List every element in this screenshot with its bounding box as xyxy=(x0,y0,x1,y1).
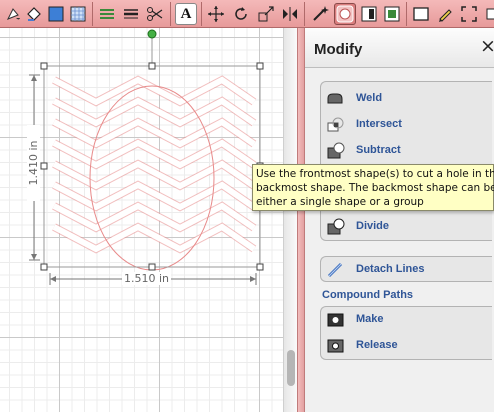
pencil-icon[interactable] xyxy=(434,3,456,25)
shape-mode-icon[interactable] xyxy=(334,3,356,25)
make-button[interactable]: Make xyxy=(321,307,493,333)
toolbar-separator xyxy=(304,2,305,26)
weld-button[interactable]: Weld xyxy=(321,86,493,112)
weld-label: Weld xyxy=(356,92,383,104)
compound-paths-heading: Compound Paths xyxy=(322,289,414,301)
compound-paths-group: Make Release xyxy=(320,306,492,360)
make-compound-icon xyxy=(327,313,344,327)
more-icon[interactable] xyxy=(481,3,494,25)
subtract-tooltip: Use the frontmost shape(s) to cut a hole… xyxy=(252,164,494,211)
align-icon[interactable] xyxy=(358,3,380,25)
pattern-fill-icon[interactable] xyxy=(67,3,89,25)
selected-shape-group[interactable] xyxy=(0,28,297,412)
layers-icon[interactable] xyxy=(381,3,403,25)
fill-bucket-icon[interactable] xyxy=(23,3,45,25)
intersect-icon xyxy=(327,117,344,132)
width-dimension-label: 1.510 in xyxy=(122,272,172,285)
panel-header: Modify × xyxy=(305,28,494,68)
fill-tool-icon[interactable] xyxy=(2,3,24,25)
detach-group: Detach Lines xyxy=(320,256,492,282)
toolbar-separator xyxy=(92,2,93,26)
resize-handle[interactable] xyxy=(148,263,156,271)
text-tool-icon[interactable]: A xyxy=(175,3,197,25)
resize-icon[interactable] xyxy=(255,3,277,25)
divide-label: Divide xyxy=(356,220,390,232)
resize-handle[interactable] xyxy=(256,62,264,70)
release-compound-icon xyxy=(327,339,344,353)
move-icon[interactable] xyxy=(205,3,227,25)
intersect-button[interactable]: Intersect xyxy=(321,112,493,138)
line-style-icon[interactable] xyxy=(96,3,118,25)
divide-button[interactable]: Divide xyxy=(321,214,493,240)
detach-lines-icon xyxy=(327,262,343,278)
rotate-icon[interactable] xyxy=(230,3,252,25)
resize-handle[interactable] xyxy=(148,62,156,70)
resize-handle[interactable] xyxy=(40,62,48,70)
toolbar-separator xyxy=(170,2,171,26)
rotate-handle[interactable] xyxy=(147,29,157,39)
chevron-pattern[interactable] xyxy=(52,75,257,254)
flip-icon[interactable] xyxy=(279,3,301,25)
chevron-stripe xyxy=(52,223,256,253)
intersect-label: Intersect xyxy=(356,118,402,130)
detach-lines-button[interactable]: Detach Lines xyxy=(321,257,493,283)
make-label: Make xyxy=(356,313,384,325)
subtract-icon xyxy=(327,142,345,159)
rectangle-icon[interactable] xyxy=(410,3,432,25)
color-square-icon[interactable] xyxy=(45,3,67,25)
subtract-button[interactable]: Subtract xyxy=(321,138,493,164)
tooltip-line: Use the frontmost shape(s) to cut a hole… xyxy=(256,168,494,180)
toolbar: A xyxy=(0,0,494,28)
scrollbar-thumb[interactable] xyxy=(287,350,295,386)
subtract-label: Subtract xyxy=(356,144,401,156)
panel-title: Modify xyxy=(314,41,363,58)
height-dimension-label: 1.410 in xyxy=(27,125,40,201)
panel-divider[interactable] xyxy=(297,28,305,412)
tooltip-line: backmost shape. The backmost shape can b… xyxy=(256,182,494,194)
detach-lines-label: Detach Lines xyxy=(356,263,425,275)
resize-handle[interactable] xyxy=(40,162,48,170)
vertical-scrollbar[interactable] xyxy=(283,28,297,412)
divide-icon xyxy=(327,218,345,235)
modify-panel: Modify × Weld Intersect Subtract Divide … xyxy=(305,28,494,412)
toolbar-separator xyxy=(201,2,202,26)
design-canvas[interactable]: 1.510 in 1.410 in xyxy=(0,28,297,412)
magic-wand-icon[interactable] xyxy=(309,3,331,25)
dash-style-icon[interactable] xyxy=(120,3,142,25)
fit-window-icon[interactable] xyxy=(458,3,480,25)
toolbar-separator xyxy=(406,2,407,26)
tooltip-line: either a single shape or a group xyxy=(256,196,424,208)
resize-handle[interactable] xyxy=(256,263,264,271)
weld-icon xyxy=(327,93,343,104)
close-icon[interactable]: × xyxy=(480,37,494,56)
release-label: Release xyxy=(356,339,398,351)
shape-operations-group: Weld Intersect Subtract Divide xyxy=(320,81,492,241)
release-button[interactable]: Release xyxy=(321,333,493,359)
resize-handle[interactable] xyxy=(40,263,48,271)
scissors-icon[interactable] xyxy=(144,3,166,25)
